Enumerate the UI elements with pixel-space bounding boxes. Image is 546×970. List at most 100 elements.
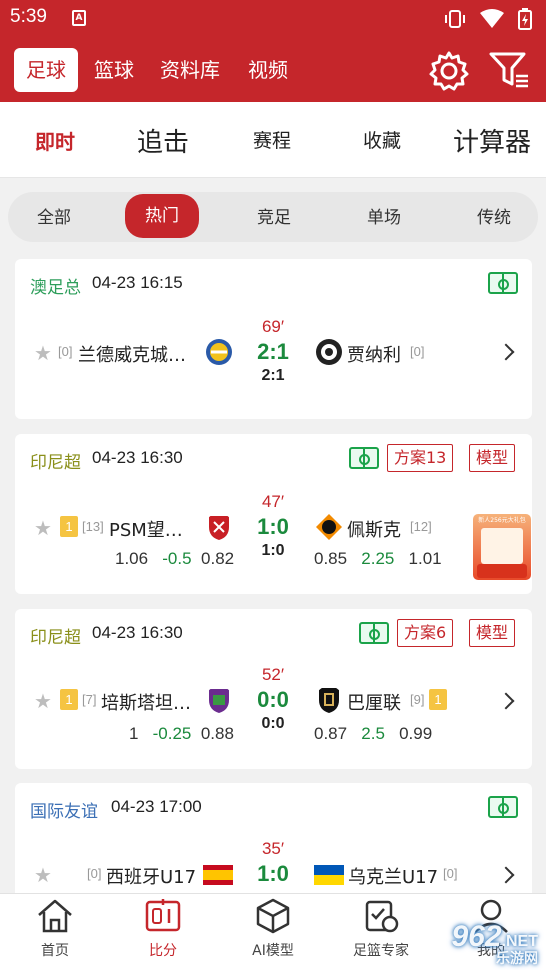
star-icon[interactable]: ★ — [34, 689, 52, 713]
away-rank: [12] — [410, 519, 432, 534]
home-team: 西班牙U17 — [106, 867, 197, 888]
clipboard-clock-icon — [365, 900, 399, 933]
pitch-icon[interactable] — [488, 796, 518, 818]
spain-flag-icon — [203, 865, 233, 885]
model-tag[interactable]: 模型 — [469, 619, 516, 647]
home-team: 培斯塔坦… — [101, 693, 191, 714]
away-rank: [0] — [443, 866, 458, 881]
tab-video[interactable]: 视频 — [248, 48, 288, 92]
match-score: 2:1 — [257, 339, 289, 364]
match-score: 0:0 — [257, 687, 289, 712]
plan-tag[interactable]: 方案6 — [397, 619, 454, 647]
away-team: 乌克兰U17 — [348, 867, 439, 888]
odds-value: 0.88 — [200, 724, 234, 743]
pitch-icon[interactable] — [349, 447, 379, 469]
tab-database[interactable]: 资料库 — [160, 48, 220, 92]
away-team-logo — [316, 339, 342, 365]
match-card[interactable]: 印尼超 04-23 16:30 方案13 模型 ★ 1 [13] PSM望… 4… — [15, 434, 532, 594]
settings-gear-icon[interactable] — [428, 50, 470, 92]
nav-label: 首页 — [41, 943, 69, 959]
home-team: PSM望… — [109, 520, 183, 541]
wifi-icon — [480, 9, 504, 28]
filter-jingzu[interactable]: 竞足 — [242, 200, 306, 236]
odds-value: 0.82 — [201, 549, 235, 568]
nav-experts[interactable]: 足篮专家 — [336, 898, 426, 960]
odds-value: 0.85 — [314, 549, 348, 568]
match-score: 1:0 — [257, 514, 289, 539]
match-minute: 47′ — [261, 492, 285, 511]
filter-traditional[interactable]: 传统 — [462, 200, 526, 236]
filter-bar: 全部 热门 竞足 单场 传统 — [8, 192, 538, 242]
nav-label: 足篮专家 — [353, 943, 409, 959]
nav-label: 比分 — [149, 943, 177, 959]
tab-schedule[interactable]: 赛程 — [253, 126, 291, 153]
star-icon[interactable]: ★ — [34, 516, 52, 540]
odds-value: 1 — [129, 724, 139, 743]
match-minute: 35′ — [261, 839, 285, 858]
home-team-logo — [209, 689, 229, 713]
league-name: 印尼超 — [30, 628, 81, 648]
model-tag[interactable]: 模型 — [469, 444, 516, 472]
pitch-icon[interactable] — [359, 622, 389, 644]
yellow-card-count: 1 — [429, 689, 447, 710]
away-team-logo — [316, 514, 342, 540]
cube-icon — [256, 898, 290, 934]
filter-icon[interactable] — [488, 50, 532, 90]
away-odds: 0.87 2.5 0.99 — [314, 724, 432, 744]
app-header: 足球 篮球 资料库 视频 — [0, 36, 546, 102]
scoreboard-icon — [145, 899, 181, 932]
handicap-value: -0.5 — [162, 549, 192, 568]
home-odds: 1 -0.25 0.88 — [129, 724, 234, 744]
home-rank: [7] — [82, 692, 97, 707]
ukraine-flag-icon — [314, 865, 344, 885]
nav-label: AI模型 — [252, 943, 294, 959]
tab-favorites[interactable]: 收藏 — [363, 126, 401, 153]
plan-tag[interactable]: 方案13 — [387, 444, 454, 472]
chevron-right-icon[interactable] — [497, 343, 515, 361]
chevron-right-icon[interactable] — [497, 866, 515, 884]
yellow-card-count: 1 — [60, 689, 78, 710]
match-card[interactable]: 澳足总 04-23 16:15 ★ [0] 兰德威克城… 69′ 2:1 2:1… — [15, 259, 532, 419]
filter-all[interactable]: 全部 — [22, 200, 86, 236]
match-card[interactable]: 国际友谊 04-23 17:00 ★ [0] 西班牙U17 35′ 1:0 乌克… — [15, 783, 532, 903]
filter-single[interactable]: 单场 — [352, 200, 416, 236]
star-icon[interactable]: ★ — [34, 341, 52, 365]
filter-hot[interactable]: 热门 — [125, 194, 199, 238]
league-name: 印尼超 — [30, 453, 81, 473]
match-card[interactable]: 印尼超 04-23 16:30 方案6 模型 ★ 1 [7] 培斯塔坦… 52′… — [15, 609, 532, 769]
tab-calculator[interactable]: 计算器 — [453, 122, 531, 159]
nav-ai-model[interactable]: AI模型 — [228, 898, 318, 960]
pitch-icon[interactable] — [488, 272, 518, 294]
star-icon[interactable]: ★ — [34, 863, 52, 887]
tab-live[interactable]: 即时 — [35, 126, 75, 155]
tab-basketball[interactable]: 篮球 — [94, 48, 134, 92]
status-bar: 5:39 A — [0, 0, 546, 36]
league-name: 国际友谊 — [30, 802, 98, 822]
halftime-score: 0:0 — [261, 715, 285, 732]
home-rank: [0] — [58, 344, 73, 359]
away-team: 佩斯克 — [347, 520, 401, 541]
promo-text: 新人256元大礼包 — [478, 517, 526, 524]
tab-chase[interactable]: 追击 — [137, 122, 189, 159]
away-team: 巴厘联 — [347, 693, 401, 714]
home-odds: 1.06 -0.5 0.82 — [115, 549, 234, 569]
away-rank: [9] — [410, 692, 425, 707]
away-team-logo — [319, 688, 339, 713]
chevron-right-icon[interactable] — [497, 692, 515, 710]
nav-home[interactable]: 首页 — [10, 898, 100, 960]
nav-scores[interactable]: 比分 — [118, 898, 208, 960]
promo-gift-banner[interactable]: 新人256元大礼包 — [473, 514, 531, 580]
status-icons — [444, 8, 532, 30]
home-team-logo — [206, 339, 232, 365]
match-time: 04-23 16:30 — [92, 448, 183, 467]
home-rank: [13] — [82, 519, 104, 534]
league-name: 澳足总 — [30, 278, 81, 298]
match-minute: 69′ — [261, 317, 285, 336]
vibrate-icon — [445, 10, 465, 28]
handicap-value: -0.25 — [152, 724, 192, 743]
main-tabs: 即时 追击 赛程 收藏 计算器 — [0, 102, 546, 178]
total-line-value: 2.5 — [361, 724, 385, 743]
tab-football[interactable]: 足球 — [14, 48, 78, 92]
watermark-logo: 962.NET 乐游网 — [451, 920, 538, 968]
odds-value: 1.06 — [115, 549, 149, 568]
